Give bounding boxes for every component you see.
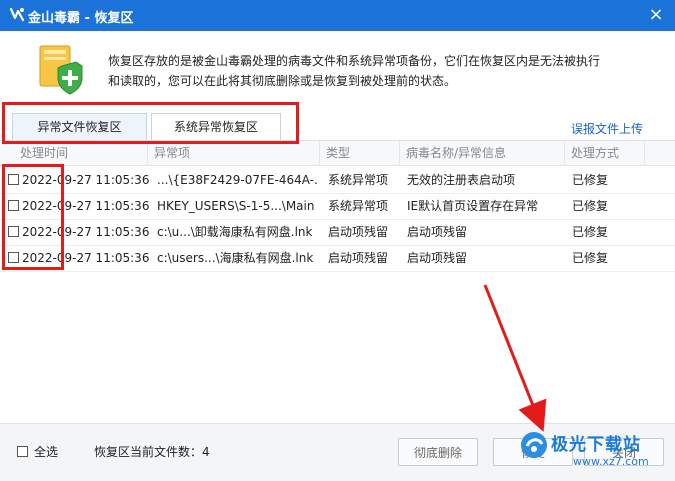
watermark-logo-icon <box>521 432 547 458</box>
watermark-brand: 极光下载站 <box>551 435 641 455</box>
annotation-arrow-icon <box>483 284 547 432</box>
watermark: 极光下载站 www.xz7.com <box>519 428 669 478</box>
watermark-url: www.xz7.com <box>573 455 649 468</box>
